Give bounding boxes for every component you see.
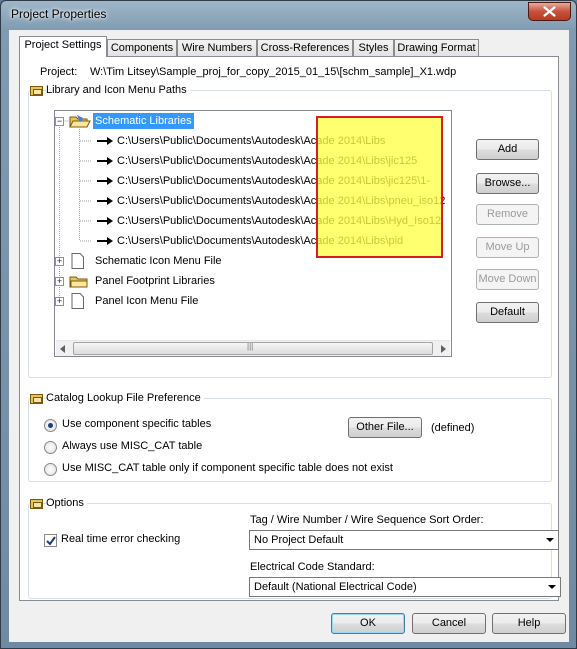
tree-item-library-path[interactable]: C:\Users\Public\Documents\Autodesk\Acade… xyxy=(117,173,430,189)
tree-item-library-path[interactable]: C:\Users\Public\Documents\Autodesk\Acade… xyxy=(117,213,441,229)
tree-item-library-path[interactable]: C:\Users\Public\Documents\Autodesk\Acade… xyxy=(117,153,417,169)
radio-label-always-misc-cat: Always use MISC_CAT table xyxy=(62,440,203,452)
radio-component-specific[interactable] xyxy=(44,419,57,432)
tree-horizontal-scrollbar[interactable]: ||| xyxy=(56,340,450,356)
chevron-down-icon xyxy=(546,538,554,542)
project-label: Project: xyxy=(40,66,78,78)
tab-panel-project-settings: Project: W:\Tim Litsey\Sample_proj_for_c… xyxy=(19,56,561,601)
tab-drawing-format[interactable]: Drawing Format xyxy=(394,39,479,56)
folder-icon xyxy=(30,86,43,96)
tree-item-panel-footprint[interactable]: Panel Footprint Libraries xyxy=(95,273,215,289)
default-button[interactable]: Default xyxy=(476,302,539,323)
open-folder-icon xyxy=(69,115,91,128)
options-group-title: Options xyxy=(46,497,87,509)
scroll-thumb[interactable]: ||| xyxy=(73,342,433,355)
expand-panel-footprint[interactable]: + xyxy=(55,277,64,286)
help-button[interactable]: Help xyxy=(492,613,566,634)
arrow-right-icon xyxy=(97,177,113,185)
standard-select[interactable]: Default (National Electrical Code) xyxy=(249,577,561,597)
folder-icon xyxy=(30,499,43,509)
tab-wire-numbers[interactable]: Wire Numbers xyxy=(177,39,257,56)
tree-item-library-path[interactable]: C:\Users\Public\Documents\Autodesk\Acade… xyxy=(117,233,403,249)
remove-button[interactable]: Remove xyxy=(476,204,539,225)
sort-order-label: Tag / Wire Number / Wire Sequence Sort O… xyxy=(250,514,484,526)
standard-value: Default (National Electrical Code) xyxy=(254,581,417,593)
tab-styles[interactable]: Styles xyxy=(353,39,394,56)
close-button[interactable] xyxy=(528,2,571,21)
expand-schematic-icon-menu[interactable]: + xyxy=(55,257,64,266)
scroll-right-icon[interactable] xyxy=(438,344,448,354)
browse-button[interactable]: Browse... xyxy=(476,173,539,194)
window-title: Project Properties xyxy=(11,7,107,21)
expand-panel-icon-menu[interactable]: + xyxy=(55,297,64,306)
radio-misc-cat-fallback[interactable] xyxy=(44,463,57,476)
radio-label-misc-cat-fallback: Use MISC_CAT table only if component spe… xyxy=(62,462,393,474)
tab-cross-references[interactable]: Cross-References xyxy=(257,39,353,56)
move-down-button[interactable]: Move Down xyxy=(476,269,539,290)
cancel-button[interactable]: Cancel xyxy=(412,613,486,634)
folder-icon xyxy=(30,394,43,404)
file-icon xyxy=(71,253,84,269)
tree-item-panel-icon-menu[interactable]: Panel Icon Menu File xyxy=(95,293,198,309)
defined-status: (defined) xyxy=(431,422,475,434)
project-path: W:\Tim Litsey\Sample_proj_for_copy_2015_… xyxy=(90,66,457,78)
tree-item-library-path[interactable]: C:\Users\Public\Documents\Autodesk\Acade… xyxy=(117,133,385,149)
tab-components[interactable]: Components xyxy=(107,39,177,56)
standard-label: Electrical Code Standard: xyxy=(250,561,375,573)
radio-label-component-specific: Use component specific tables xyxy=(62,418,212,430)
catalog-group-title: Catalog Lookup File Preference xyxy=(46,392,204,404)
radio-always-misc-cat[interactable] xyxy=(44,441,57,454)
close-icon xyxy=(543,6,556,17)
dialog-window: Project Properties Project Settings Comp… xyxy=(0,0,577,649)
sort-order-select[interactable]: No Project Default xyxy=(249,530,559,550)
realtime-error-label: Real time error checking xyxy=(61,533,181,545)
realtime-error-checkbox[interactable] xyxy=(44,534,57,547)
library-tree[interactable]: − Schematic Libraries C:\Users\Public\Do… xyxy=(54,110,452,357)
arrow-right-icon xyxy=(97,217,113,225)
chevron-down-icon xyxy=(548,585,556,589)
move-up-button[interactable]: Move Up xyxy=(476,237,539,258)
scroll-grip: ||| xyxy=(247,342,254,351)
tree-item-schematic-libraries[interactable]: Schematic Libraries xyxy=(93,113,194,129)
scroll-left-icon[interactable] xyxy=(58,344,68,354)
ok-button[interactable]: OK xyxy=(331,613,405,634)
tree-item-schematic-icon-menu[interactable]: Schematic Icon Menu File xyxy=(95,253,222,269)
sort-order-value: No Project Default xyxy=(254,534,344,546)
arrow-right-icon xyxy=(97,157,113,165)
folder-icon xyxy=(69,276,88,288)
arrow-right-icon xyxy=(97,137,113,145)
title-bar[interactable]: Project Properties xyxy=(1,1,576,29)
collapse-schematic-libraries[interactable]: − xyxy=(55,117,64,126)
add-button[interactable]: Add xyxy=(476,139,539,160)
tab-project-settings[interactable]: Project Settings xyxy=(19,36,107,57)
arrow-right-icon xyxy=(97,237,113,245)
dialog-client: Project Settings Components Wire Numbers… xyxy=(9,30,569,642)
other-file-button[interactable]: Other File... xyxy=(348,417,422,438)
tree-item-library-path[interactable]: C:\Users\Public\Documents\Autodesk\Acade… xyxy=(117,193,445,209)
library-group-title: Library and Icon Menu Paths xyxy=(46,84,190,96)
arrow-right-icon xyxy=(97,197,113,205)
file-icon xyxy=(71,293,84,309)
checkmark-icon xyxy=(46,536,56,546)
